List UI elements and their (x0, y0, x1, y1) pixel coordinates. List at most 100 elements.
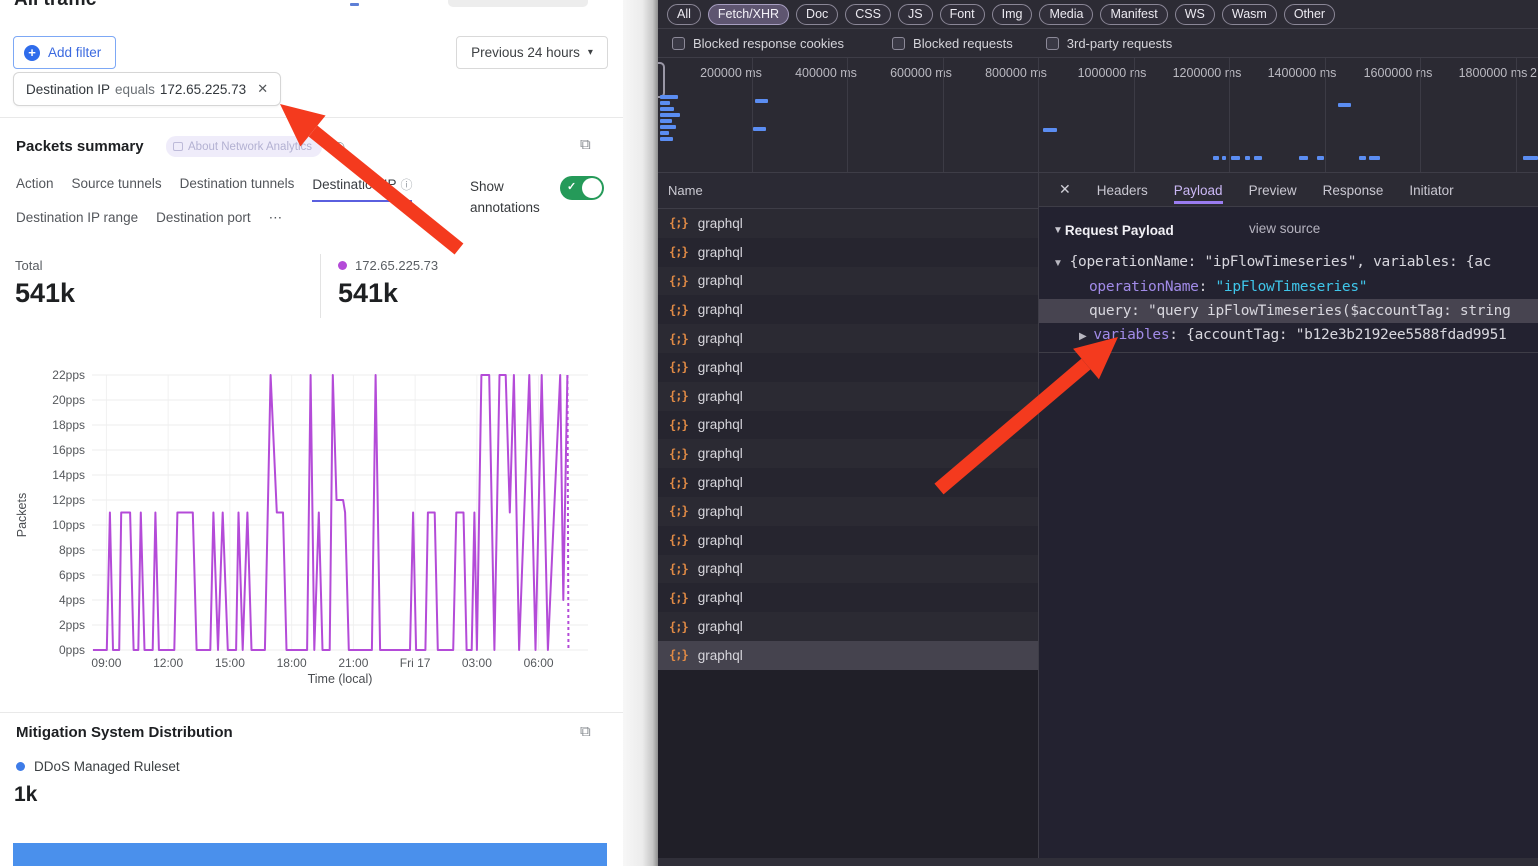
tab-destination-ip-range[interactable]: Destination IP range (16, 210, 138, 233)
badge-label: About Network Analytics (188, 141, 312, 153)
request-name: graphql (698, 619, 743, 634)
divider (320, 254, 321, 318)
request-row-graphql[interactable]: {;}graphql (658, 641, 1038, 670)
mitigation-value: 1k (14, 783, 37, 807)
tab--[interactable]: ⋯ (269, 210, 283, 233)
filter-pill-img[interactable]: Img (992, 4, 1033, 25)
request-row-graphql[interactable]: {;} graphql (658, 468, 1038, 497)
payload-line[interactable]: ▼{operationName: "ipFlowTimeseries", var… (1053, 250, 1538, 274)
request-name: graphql (698, 504, 743, 519)
json-file-icon: {;} (669, 389, 688, 403)
show-annotations-label: Show annotations (470, 176, 550, 218)
checkbox-3rd-party-requests[interactable]: 3rd-party requests (1046, 36, 1173, 51)
checkbox-icon[interactable] (892, 37, 905, 50)
checkbox-blocked-requests[interactable]: Blocked requests (892, 36, 1013, 51)
stat-ip: 172.65.225.73 541k (338, 258, 438, 309)
request-row-graphql[interactable]: {;}graphql (658, 439, 1038, 468)
close-detail-icon[interactable]: ✕ (1059, 181, 1071, 198)
request-name: graphql (698, 302, 743, 317)
payload-line[interactable]: ▶variables: {accountTag: "b12e3b2192ee55… (1079, 323, 1538, 347)
timeline-gridline (752, 58, 753, 173)
tab-source-tunnels[interactable]: Source tunnels (72, 176, 162, 202)
top-edge-blob (448, 0, 588, 7)
tab-destination-ip[interactable]: Destination IPⓘ (312, 176, 412, 202)
request-row-graphql[interactable]: {;}graphql (658, 411, 1038, 440)
timeline-request-bar (753, 127, 766, 131)
expander-icon[interactable]: ▶ (1079, 331, 1086, 342)
filter-pill-js[interactable]: JS (898, 4, 933, 25)
timeline-drag-handle[interactable] (658, 62, 665, 98)
stat-total: Total 541k (15, 258, 75, 309)
request-row-graphql[interactable]: {;}graphql (658, 583, 1038, 612)
filter-pill-other[interactable]: Other (1284, 4, 1335, 25)
add-filter-label: Add filter (48, 45, 101, 60)
request-name: graphql (698, 590, 743, 605)
detail-tab-initiator[interactable]: Initiator (1409, 176, 1453, 204)
timeline-request-bar (660, 95, 678, 99)
timeline-gridline (1229, 58, 1230, 173)
filter-pill-font[interactable]: Font (940, 4, 985, 25)
checkbox-blocked-response-cookies[interactable]: Blocked response cookies (672, 36, 844, 51)
view-source-link[interactable]: view source (1249, 221, 1320, 236)
json-file-icon: {;} (669, 648, 688, 662)
mitigation-legend: DDoS Managed Ruleset (16, 759, 180, 774)
filter-pill-doc[interactable]: Doc (796, 4, 838, 25)
tab-action[interactable]: Action (16, 176, 54, 202)
detail-tab-headers[interactable]: Headers (1097, 176, 1148, 204)
request-row-graphql[interactable]: {;}graphql (658, 353, 1038, 382)
request-row-graphql[interactable]: {;}graphql (658, 295, 1038, 324)
filter-pill-media[interactable]: Media (1039, 4, 1093, 25)
time-range-dropdown[interactable]: Previous 24 hours ▾ (456, 36, 608, 69)
request-row-graphql[interactable]: {;}graphql (658, 526, 1038, 555)
svg-text:Packets: Packets (15, 493, 29, 537)
filter-pill-fetch-xhr[interactable]: Fetch/XHR (708, 4, 789, 25)
caret-down-icon: ▾ (588, 47, 593, 58)
detail-tab-preview[interactable]: Preview (1249, 176, 1297, 204)
remove-filter-icon[interactable]: ✕ (257, 81, 268, 97)
filter-pill-manifest[interactable]: Manifest (1100, 4, 1167, 25)
show-annotations-toggle[interactable]: ✓ (560, 176, 604, 200)
detail-tab-response[interactable]: Response (1323, 176, 1384, 204)
filter-chip[interactable]: Destination IP equals 172.65.225.73 ✕ (13, 72, 281, 106)
add-filter-button[interactable]: + Add filter (13, 36, 116, 69)
name-column-header[interactable]: Name (658, 173, 1038, 209)
request-row-graphql[interactable]: {;}graphql (658, 209, 1038, 238)
about-network-analytics-badge[interactable]: About Network Analytics (166, 136, 322, 157)
json-file-icon: {;} (669, 476, 688, 490)
expand-card-icon[interactable]: ⧉ (580, 723, 591, 740)
json-text: : (1199, 279, 1216, 295)
request-row-graphql[interactable]: {;}graphql (658, 497, 1038, 526)
svg-text:14pps: 14pps (52, 468, 85, 482)
filter-pill-css[interactable]: CSS (845, 4, 891, 25)
network-overview-timeline[interactable]: 200000 ms400000 ms600000 ms800000 ms1000… (658, 58, 1538, 173)
expander-icon[interactable]: ▼ (1053, 258, 1063, 269)
request-row-graphql[interactable]: {;}graphql (658, 324, 1038, 353)
series-dot-purple (338, 261, 347, 270)
request-payload-section[interactable]: ▼ Request Payload (1053, 217, 1174, 243)
request-name: graphql (698, 475, 743, 490)
checkbox-icon[interactable] (672, 37, 685, 50)
checkbox-icon[interactable] (1046, 37, 1059, 50)
json-string-value: "ipFlowTimeseries" (1215, 279, 1367, 295)
request-row-graphql[interactable]: {;}graphql (658, 555, 1038, 584)
svg-text:8pps: 8pps (59, 543, 85, 557)
request-name: graphql (698, 561, 743, 576)
filter-pill-all[interactable]: All (667, 4, 701, 25)
request-row-graphql[interactable]: {;}graphql (658, 238, 1038, 267)
detail-tab-payload[interactable]: Payload (1174, 176, 1223, 204)
timeline-gridline (1134, 58, 1135, 173)
request-name: graphql (698, 273, 743, 288)
packets-chart: 22pps20pps18pps16pps14pps12pps10pps8pps6… (0, 355, 620, 690)
timeline-request-bar (1338, 103, 1351, 107)
filter-pill-wasm[interactable]: Wasm (1222, 4, 1277, 25)
svg-text:6pps: 6pps (59, 568, 85, 582)
check-icon: ✓ (567, 180, 576, 193)
tab-destination-tunnels[interactable]: Destination tunnels (180, 176, 295, 202)
filter-pill-ws[interactable]: WS (1175, 4, 1215, 25)
timeline-request-bar (1523, 156, 1538, 160)
expand-card-icon[interactable]: ⧉ (580, 136, 591, 153)
tab-destination-port[interactable]: Destination port (156, 210, 251, 233)
request-row-graphql[interactable]: {;}graphql (658, 267, 1038, 296)
request-row-graphql[interactable]: {;}graphql (658, 612, 1038, 641)
request-row-graphql[interactable]: {;}graphql (658, 382, 1038, 411)
